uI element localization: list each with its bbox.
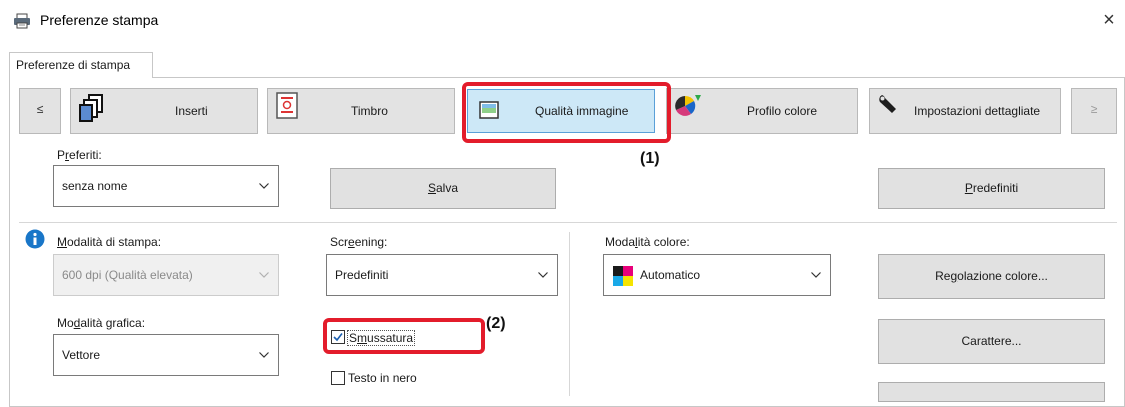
tab-print-preferences[interactable]: Preferenze di stampa xyxy=(9,52,153,78)
highlight-box-1 xyxy=(462,82,671,143)
wrench-icon xyxy=(879,95,896,113)
favorites-dropdown[interactable]: senza nome xyxy=(53,165,279,207)
black-text-label: Testo in nero xyxy=(348,371,417,385)
highlight-box-2 xyxy=(323,318,485,354)
favorites-label: Preferiti: xyxy=(57,148,102,162)
toolbar-next-button[interactable]: ≥ xyxy=(1071,88,1117,134)
stamp-icon xyxy=(276,92,298,119)
color-mode-label: Modalità colore: xyxy=(605,235,690,249)
graphics-mode-label: Modalità grafica: xyxy=(57,316,146,330)
chevron-down-icon xyxy=(259,272,269,278)
defaults-button[interactable]: Predefiniti xyxy=(878,168,1105,209)
toolbar-inserts-button[interactable]: Inserti xyxy=(70,88,258,134)
close-button[interactable]: × xyxy=(1097,8,1121,32)
info-icon xyxy=(25,229,45,249)
vertical-separator xyxy=(569,232,570,396)
separator xyxy=(19,222,1117,223)
toolbar-prev-button[interactable]: ≤ xyxy=(19,88,61,134)
toolbar-stamp-label: Timbro xyxy=(351,104,388,118)
graphics-mode-dropdown[interactable]: Vettore xyxy=(53,334,279,376)
additional-settings-button[interactable] xyxy=(878,382,1105,402)
color-swatch-icon xyxy=(613,266,633,286)
screening-value: Predefiniti xyxy=(335,268,389,282)
print-mode-label: Modalità di stampa: xyxy=(57,235,162,249)
printer-icon xyxy=(14,13,30,29)
callout-1: (1) xyxy=(640,150,660,167)
color-mode-dropdown[interactable]: Automatico xyxy=(603,254,831,296)
favorites-value: senza nome xyxy=(62,179,128,193)
window-title: Preferenze stampa xyxy=(40,12,159,28)
chevron-down-icon xyxy=(811,272,821,278)
chevron-down-icon xyxy=(259,183,269,189)
chevron-down-icon xyxy=(538,272,548,278)
print-mode-value: 600 dpi (Qualità elevata) xyxy=(62,268,193,282)
inserts-icon xyxy=(79,94,103,122)
color-adjustment-button[interactable]: Regolazione colore... xyxy=(878,254,1105,299)
screening-dropdown[interactable]: Predefiniti xyxy=(326,254,558,296)
chevron-down-icon xyxy=(259,352,269,358)
save-button[interactable]: Salva xyxy=(330,168,556,209)
toolbar-detailed-settings-button[interactable]: Impostazioni dettagliate xyxy=(869,88,1061,134)
graphics-mode-value: Vettore xyxy=(62,348,101,362)
toolbar-inserts-label: Inserti xyxy=(175,104,208,118)
character-button[interactable]: Carattere... xyxy=(878,319,1105,364)
title-bar xyxy=(0,0,1125,40)
toolbar-detailed-settings-label: Impostazioni dettagliate xyxy=(914,104,1041,118)
color-mode-value: Automatico xyxy=(640,268,701,282)
callout-2: (2) xyxy=(486,315,506,332)
screening-label: Screening: xyxy=(330,235,388,249)
black-text-checkbox[interactable] xyxy=(331,371,345,385)
print-mode-dropdown[interactable]: 600 dpi (Qualità elevata) xyxy=(53,254,279,296)
toolbar-stamp-button[interactable]: Timbro xyxy=(267,88,455,134)
color-profile-icon xyxy=(675,95,701,116)
toolbar-color-profile-button[interactable]: Profilo colore xyxy=(666,88,858,134)
toolbar-color-profile-label: Profilo colore xyxy=(747,104,818,118)
